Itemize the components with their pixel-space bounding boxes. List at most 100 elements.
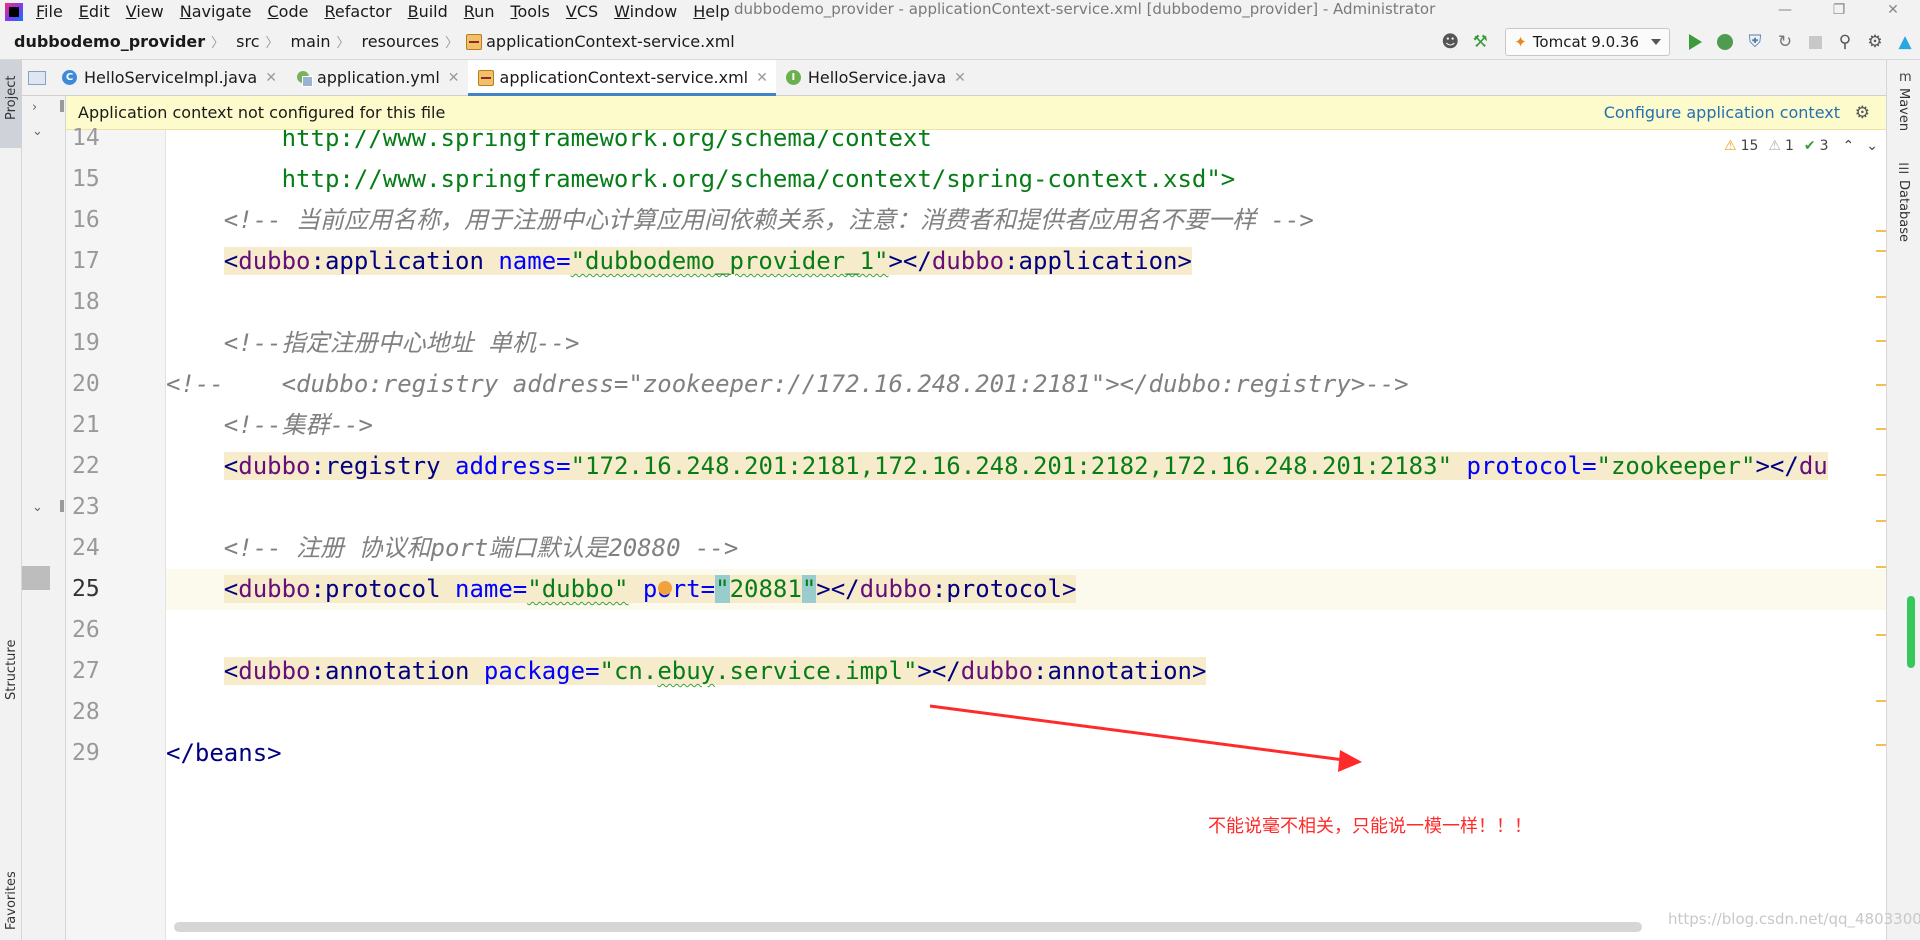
line-number: 22 — [72, 453, 100, 479]
chevron-up-icon[interactable]: ⌃ — [1843, 138, 1855, 154]
structure-tool-label[interactable]: Structure — [4, 640, 19, 700]
weak-warning-icon: ⚠ — [1768, 138, 1781, 154]
close-icon[interactable]: ✕ — [448, 70, 460, 86]
tab-label: applicationContext-service.xml — [499, 68, 749, 87]
error-stripe-mark[interactable] — [1876, 700, 1886, 702]
code-line-14: http://www.springframework.org/schema/co… — [166, 130, 1886, 159]
class-icon: C — [62, 70, 77, 85]
toolbar-right: ☻ ⚒ ✦ Tomcat 9.0.36 ⛨ ↻ ⚲ ⚙ ▲ — [1435, 24, 1920, 60]
inspection-widget[interactable]: ⚠ 15 ⚠ 1 ✔ 3 ⌃ ⌄ — [1720, 136, 1882, 156]
bug-icon — [1717, 34, 1733, 50]
dubbo-registry-element: <dubbo:registry address="172.16.248.201:… — [223, 452, 1828, 480]
breadcrumb-separator-icon: 〉 — [336, 36, 350, 51]
gear-icon[interactable]: ⚙ — [1855, 103, 1870, 123]
project-tool-label[interactable]: Project — [4, 76, 19, 120]
chevron-right-icon[interactable]: › — [32, 100, 37, 115]
error-stripe-mark[interactable] — [1876, 634, 1886, 636]
error-stripe-mark[interactable] — [1876, 230, 1886, 232]
tab-application-yml[interactable]: application.yml ✕ — [285, 60, 468, 95]
breadcrumb-separator-icon: 〉 — [211, 36, 225, 51]
line-number: 15 — [72, 166, 100, 192]
user-icon[interactable]: ☻ — [1435, 27, 1465, 57]
tab-applicationcontext-service[interactable]: applicationContext-service.xml ✕ — [467, 60, 777, 96]
favorites-tool-label[interactable]: Favorites — [4, 871, 19, 930]
breadcrumb-src[interactable]: src — [226, 32, 263, 51]
database-icon: ☰ — [1898, 162, 1910, 177]
run-configuration-label: Tomcat 9.0.36 — [1532, 33, 1639, 51]
breadcrumb-project[interactable]: dubbodemo_provider — [0, 32, 209, 51]
breadcrumb-resources[interactable]: resources — [352, 32, 444, 51]
breadcrumb-main[interactable]: main — [281, 32, 335, 51]
settings-gear-icon[interactable]: ⚙ — [1860, 27, 1890, 57]
horizontal-scrollbar[interactable] — [174, 922, 1642, 932]
chevron-down-icon[interactable]: ⌄ — [32, 124, 43, 139]
close-icon[interactable]: ✕ — [756, 70, 768, 86]
error-stripe-mark[interactable] — [1876, 250, 1886, 252]
close-icon[interactable]: ✕ — [265, 70, 277, 86]
error-stripe-mark[interactable] — [1876, 744, 1886, 746]
stop-button[interactable] — [1800, 27, 1830, 57]
restore-icon[interactable]: ❐ — [1812, 0, 1866, 20]
code-line-27: <dubbo:annotation package="cn.ebuy.servi… — [166, 651, 1886, 692]
chevron-down-icon[interactable]: ⌄ — [32, 500, 43, 515]
coverage-button[interactable]: ⛨ — [1740, 27, 1770, 57]
window-title: dubbodemo_provider - applicationContext-… — [734, 0, 1436, 18]
error-stripe-mark[interactable] — [1876, 566, 1886, 568]
minimize-icon[interactable]: — — [1758, 0, 1812, 20]
breadcrumb-separator-icon: 〉 — [445, 36, 459, 51]
breadcrumb-separator-icon: 〉 — [265, 36, 279, 51]
debug-button[interactable] — [1710, 27, 1740, 57]
schema-url: http://www.springframework.org/schema/co… — [166, 130, 932, 152]
menu-code[interactable]: Code — [260, 0, 317, 24]
search-icon[interactable]: ⚲ — [1830, 27, 1860, 57]
ide-window: File Edit View Navigate Code Refactor Bu… — [0, 0, 1920, 940]
menu-run[interactable]: Run — [456, 0, 503, 24]
jetbrains-toolbox-icon[interactable]: ▲ — [1890, 27, 1920, 57]
intention-bulb-icon[interactable] — [657, 581, 672, 595]
error-stripe-mark[interactable] — [1876, 474, 1886, 476]
maven-tool-label[interactable]: Maven — [1896, 88, 1911, 131]
line-number: 19 — [72, 330, 100, 356]
beans-closing-tag: beans — [194, 739, 268, 767]
tab-helloservice[interactable]: I HelloService.java ✕ — [776, 60, 974, 95]
run-button[interactable] — [1680, 27, 1710, 57]
profile-button[interactable]: ↻ — [1770, 27, 1800, 57]
run-configuration-select[interactable]: ✦ Tomcat 9.0.36 — [1505, 28, 1670, 56]
menu-file[interactable]: File — [28, 0, 71, 24]
line-number: 28 — [72, 699, 100, 725]
code-line-17: <dubbo:application name="dubbodemo_provi… — [166, 241, 1886, 282]
menu-tools[interactable]: Tools — [502, 0, 557, 24]
line-number: 27 — [72, 658, 100, 684]
code-editor[interactable]: http://www.springframework.org/schema/co… — [166, 130, 1886, 940]
build-hammer-icon[interactable]: ⚒ — [1465, 27, 1495, 57]
line-number: 18 — [72, 289, 100, 315]
vertical-scrollbar[interactable] — [1907, 596, 1915, 668]
toggle-sidebar-icon[interactable] — [22, 60, 52, 95]
tab-helloserviceimpl[interactable]: C HelloServiceImpl.java ✕ — [52, 60, 285, 95]
code-line-19: <!--指定注册中心地址 单机--> — [166, 323, 1886, 364]
close-icon[interactable]: ✕ — [954, 70, 966, 86]
chevron-down-icon[interactable]: ⌄ — [1866, 138, 1878, 154]
line-number: 23 — [72, 494, 100, 520]
configure-context-link[interactable]: Configure application context — [1604, 103, 1840, 122]
database-tool-label[interactable]: Database — [1896, 180, 1911, 242]
code-line-20: <!-- <dubbo:registry address="zookeeper:… — [166, 364, 1886, 405]
menu-navigate[interactable]: Navigate — [172, 0, 260, 24]
error-stripe-mark[interactable] — [1876, 340, 1886, 342]
menu-build[interactable]: Build — [400, 0, 456, 24]
breadcrumb-file[interactable]: applicationContext-service.xml — [486, 32, 739, 51]
menu-vcs[interactable]: VCS — [558, 0, 606, 24]
menu-help[interactable]: Help — [685, 0, 737, 24]
error-stripe-mark[interactable] — [1876, 384, 1886, 386]
error-stripe-mark[interactable] — [1876, 296, 1886, 298]
stop-icon — [1808, 35, 1822, 49]
menu-view[interactable]: View — [118, 0, 172, 24]
menu-edit[interactable]: Edit — [71, 0, 118, 24]
error-stripe-mark[interactable] — [1876, 520, 1886, 522]
menu-refactor[interactable]: Refactor — [316, 0, 399, 24]
line-number: 14 — [72, 125, 100, 151]
menu-window[interactable]: Window — [606, 0, 685, 24]
error-stripe-mark[interactable] — [1876, 428, 1886, 430]
close-icon[interactable]: ✕ — [1866, 0, 1920, 20]
line-number: 20 — [72, 371, 100, 397]
